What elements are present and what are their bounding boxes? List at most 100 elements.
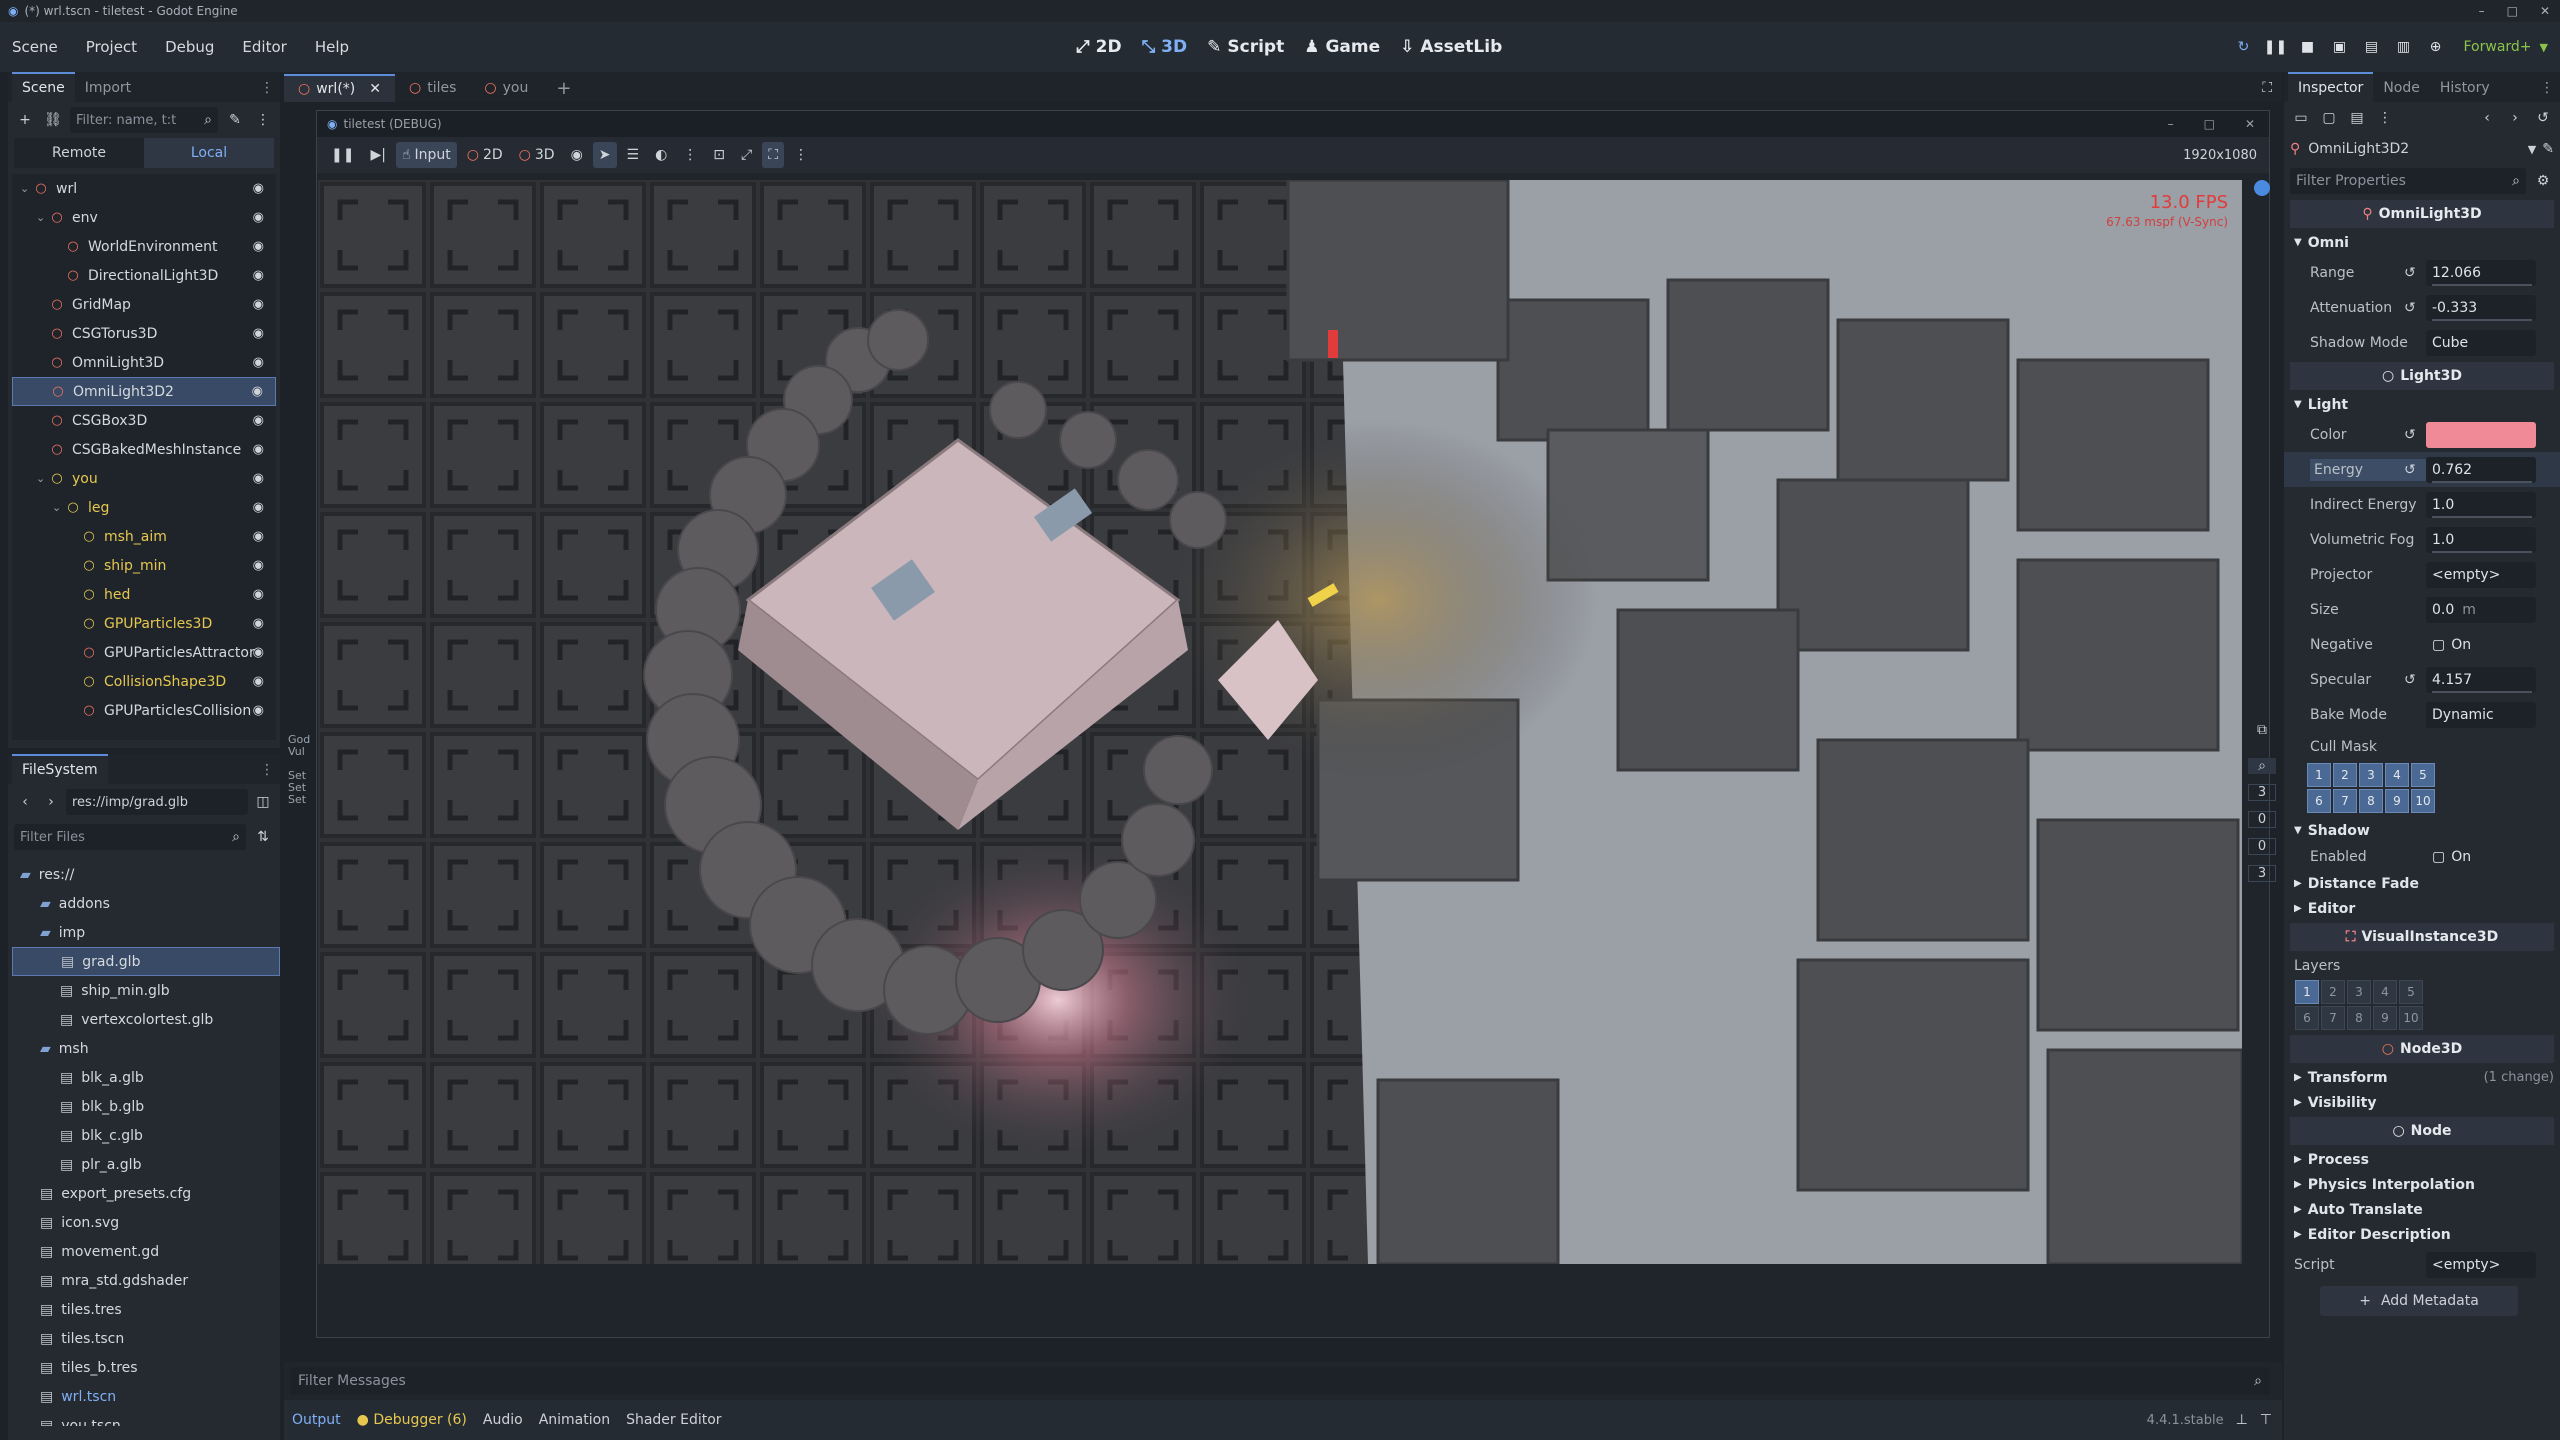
color-swatch[interactable] — [2426, 421, 2536, 448]
negative-checkbox[interactable]: ▢ On — [2426, 632, 2536, 658]
list-select-icon[interactable]: ☰ — [621, 142, 646, 168]
attenuation-slider[interactable] — [2432, 319, 2532, 321]
minimize-icon[interactable]: – — [2479, 4, 2485, 18]
layer-toggle[interactable]: 8 — [2359, 789, 2383, 813]
focus-icon[interactable]: ⊡ — [707, 142, 731, 168]
group-physics-interpolation[interactable]: ▶ Physics Interpolation — [2284, 1172, 2560, 1197]
2d-toggle[interactable]: ○ 2D — [461, 142, 509, 168]
scene-tree-item[interactable]: ○ CSGTorus3D ◉ — [12, 319, 276, 348]
visibility-eye-icon[interactable]: ◉ — [253, 210, 264, 225]
scene-tree-item[interactable]: ⌄ ○ env ◉ — [12, 203, 276, 232]
history-forward-icon[interactable]: › — [2504, 107, 2526, 129]
remote-button[interactable]: Remote — [14, 145, 144, 161]
group-distance-fade[interactable]: ▶ Distance Fade — [2284, 871, 2560, 896]
group-process[interactable]: ▶ Process — [2284, 1147, 2560, 1172]
3d-toggle[interactable]: ○ 3D — [513, 142, 561, 168]
reload-icon[interactable]: ↻ — [2230, 33, 2258, 61]
more-icon[interactable]: ⋮ — [2374, 107, 2396, 129]
energy-slider[interactable] — [2432, 481, 2532, 483]
layer-toggle[interactable]: 3 — [2359, 763, 2383, 787]
group-editor-description[interactable]: ▶ Editor Description — [2284, 1222, 2560, 1247]
scene-tree-item[interactable]: ○ GPUParticlesAttractor ◉ — [12, 638, 276, 667]
layer-toggle[interactable]: 7 — [2333, 789, 2357, 813]
layer-toggle[interactable]: 10 — [2411, 789, 2435, 813]
filesystem-item[interactable]: ▤ movement.gd — [12, 1237, 280, 1266]
game-viewport[interactable]: 13.0 FPS 67.63 mspf (V-Sync) — [318, 180, 2242, 1264]
stop-icon[interactable]: ■ — [2294, 33, 2322, 61]
menu-scene[interactable]: Scene — [12, 38, 58, 56]
tab-shader-editor[interactable]: Shader Editor — [626, 1412, 721, 1428]
visibility-eye-icon[interactable]: ◉ — [253, 529, 264, 544]
group-light[interactable]: ▼ Light — [2284, 392, 2560, 417]
layer-toggle[interactable]: 5 — [2411, 763, 2435, 787]
tab-scene[interactable]: Scene — [12, 72, 75, 102]
back-icon[interactable]: ‹ — [14, 791, 36, 813]
more-icon[interactable]: ⋮ — [677, 142, 703, 168]
filesystem-item[interactable]: ▰ imp — [12, 918, 280, 947]
filesystem-item[interactable]: ▤ vertexcolortest.glb — [12, 1005, 280, 1034]
history-back-icon[interactable]: ‹ — [2476, 107, 2498, 129]
range-value[interactable]: 12.066 — [2426, 259, 2536, 286]
visibility-eye-icon[interactable]: ◉ — [253, 471, 264, 486]
projector-select[interactable]: <empty> — [2426, 561, 2536, 588]
expand-panel-icon[interactable]: ⊤ — [2260, 1412, 2272, 1428]
scene-tree-item[interactable]: ⌄ ○ leg ◉ — [12, 493, 276, 522]
screen-2d-button[interactable]: ⤢ 2D — [1076, 37, 1122, 57]
layer-toggle[interactable]: 10 — [2399, 1006, 2423, 1030]
scene-filter-input[interactable]: Filter: name, t:t ⌕ — [70, 107, 218, 133]
group-shadow[interactable]: ▼ Shadow — [2284, 818, 2560, 843]
group-omni[interactable]: ▼ Omni — [2284, 230, 2560, 255]
filesystem-item[interactable]: ▰ res:// — [12, 860, 280, 889]
visibility-eye-icon[interactable]: ◉ — [253, 500, 264, 515]
visibility-eye-icon[interactable]: ◉ — [253, 268, 264, 283]
filesystem-item[interactable]: ▤ you.tscn — [12, 1411, 280, 1427]
script-icon[interactable]: ✎ — [2542, 141, 2554, 157]
visibility-eye-icon[interactable]: ◉ — [252, 384, 263, 399]
maximize-icon[interactable]: □ — [2204, 117, 2215, 131]
screen-game-button[interactable]: ♟ Game — [1304, 37, 1380, 57]
visibility-eye-icon[interactable]: ◉ — [253, 558, 264, 573]
close-tab-icon[interactable]: ✕ — [369, 81, 381, 97]
revert-icon[interactable]: ↺ — [2404, 300, 2416, 316]
filesystem-item[interactable]: ▤ tiles.tscn — [12, 1324, 280, 1353]
range-slider[interactable] — [2432, 284, 2532, 286]
layer-toggle[interactable]: 6 — [2295, 1006, 2319, 1030]
indirect-energy-value[interactable]: 1.0 — [2426, 491, 2536, 518]
layer-toggle[interactable]: 1 — [2295, 980, 2319, 1004]
scene-tree-item[interactable]: ○ CSGBakedMeshInstance ◉ — [12, 435, 276, 464]
scene-tree-item[interactable]: ○ OmniLight3D2 ◉ — [12, 377, 276, 406]
tab-wrl[interactable]: ○ wrl(*) ✕ — [284, 74, 395, 102]
specular-slider[interactable] — [2432, 691, 2532, 693]
scene-tree-item[interactable]: ○ GPUParticles3D ◉ — [12, 609, 276, 638]
profiler-icon[interactable]: ⊕ — [2422, 33, 2450, 61]
attach-script-icon[interactable]: ✎ — [224, 109, 246, 131]
fog-slider[interactable] — [2432, 551, 2532, 553]
tab-filesystem[interactable]: FileSystem — [12, 754, 108, 784]
tab-animation[interactable]: Animation — [539, 1412, 610, 1428]
filesystem-item[interactable]: ▤ plr_a.glb — [12, 1150, 280, 1179]
visibility-eye-icon[interactable]: ◉ — [253, 355, 264, 370]
visibility-eye-icon[interactable]: ◉ — [253, 326, 264, 341]
indirect-slider[interactable] — [2432, 516, 2532, 518]
filesystem-item[interactable]: ▰ addons — [12, 889, 280, 918]
size-value[interactable]: 0.0 m — [2426, 596, 2536, 623]
revert-icon[interactable]: ↺ — [2404, 462, 2416, 478]
scene-tree-item[interactable]: ○ CSGBox3D ◉ — [12, 406, 276, 435]
tab-debugger[interactable]: ● Debugger (6) — [357, 1412, 467, 1428]
forward-icon[interactable]: › — [40, 791, 62, 813]
maximize-icon[interactable]: □ — [2507, 4, 2518, 18]
next-frame-icon[interactable]: ▶| — [364, 142, 391, 168]
scene-tree-item[interactable]: ○ ship_min ◉ — [12, 551, 276, 580]
remote-debug-icon[interactable]: ▣ — [2326, 33, 2354, 61]
pause-icon[interactable]: ❚❚ — [2262, 33, 2290, 61]
add-node-icon[interactable]: + — [14, 109, 36, 131]
filesystem-item[interactable]: ▤ blk_a.glb — [12, 1063, 280, 1092]
layer-toggle[interactable]: 3 — [2347, 980, 2371, 1004]
dock-menu-icon[interactable]: ⋮ — [2534, 74, 2560, 102]
history-icon[interactable]: ↺ — [2532, 107, 2554, 129]
script-select[interactable]: <empty> — [2426, 1251, 2536, 1278]
filesystem-filter-input[interactable]: Filter Files ⌕ — [14, 824, 246, 850]
tab-tiles[interactable]: ○ tiles — [395, 74, 470, 102]
visibility-eye-icon[interactable]: ◉ — [253, 181, 264, 196]
scene-tree-item[interactable]: ⌄ ○ you ◉ — [12, 464, 276, 493]
